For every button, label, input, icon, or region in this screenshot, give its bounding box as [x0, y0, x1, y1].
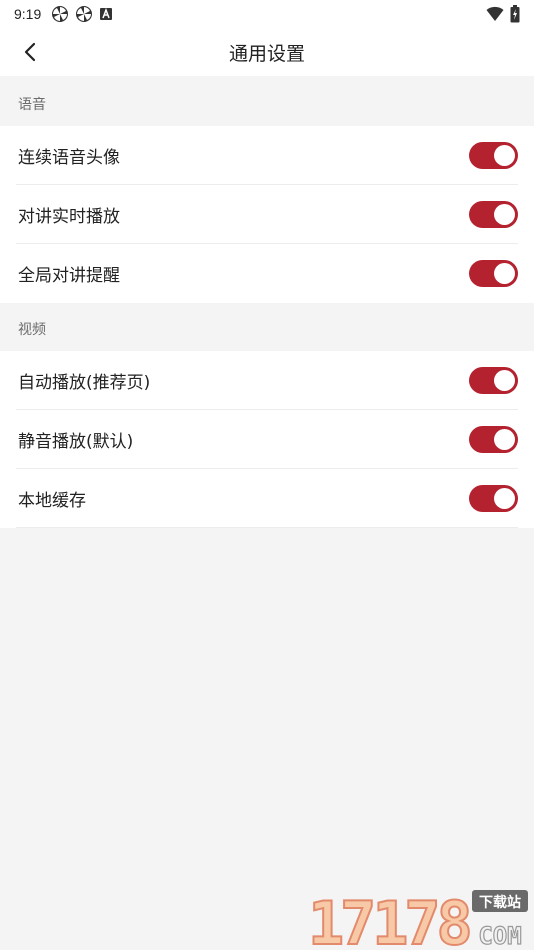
- watermark-logo: 17178 下载站 COM: [307, 888, 528, 950]
- setting-row[interactable]: 全局对讲提醒: [0, 244, 534, 303]
- settings-group-voice: 连续语音头像 对讲实时播放 全局对讲提醒: [0, 126, 534, 303]
- app-bar: 通用设置: [0, 28, 534, 76]
- toggle-switch[interactable]: [469, 142, 518, 169]
- page-title: 通用设置: [228, 42, 305, 65]
- status-time: 9:19: [14, 6, 42, 22]
- svg-text:下载站: 下载站: [479, 894, 521, 911]
- pinwheel-icon: [76, 6, 93, 22]
- section-header-voice: 语音: [18, 97, 46, 113]
- setting-label: 对讲实时播放: [18, 207, 120, 227]
- battery-charging-icon: [510, 5, 520, 23]
- svg-text:COM: COM: [478, 922, 521, 950]
- setting-label: 全局对讲提醒: [18, 266, 120, 286]
- setting-label: 本地缓存: [18, 491, 86, 511]
- toggle-knob: [494, 370, 515, 391]
- setting-label: 连续语音头像: [18, 148, 120, 168]
- toggle-knob: [494, 145, 515, 166]
- a-badge-icon: [100, 7, 113, 20]
- toggle-switch[interactable]: [469, 201, 518, 228]
- back-button[interactable]: [14, 38, 46, 66]
- svg-text:17178: 17178: [308, 889, 469, 950]
- divider: [16, 527, 518, 528]
- status-bar: 9:19: [0, 0, 534, 28]
- toggle-knob: [494, 429, 515, 450]
- toggle-switch[interactable]: [469, 367, 518, 394]
- section-header-video: 视频: [18, 322, 46, 338]
- setting-row[interactable]: 本地缓存: [0, 469, 534, 528]
- setting-row[interactable]: 静音播放(默认): [0, 410, 534, 469]
- toggle-switch[interactable]: [469, 260, 518, 287]
- toggle-knob: [494, 488, 515, 509]
- setting-row[interactable]: 对讲实时播放: [0, 185, 534, 244]
- toggle-knob: [494, 204, 515, 225]
- toggle-switch[interactable]: [469, 485, 518, 512]
- setting-label: 自动播放(推荐页): [18, 373, 151, 393]
- settings-group-video: 自动播放(推荐页) 静音播放(默认) 本地缓存: [0, 351, 534, 528]
- toggle-knob: [494, 263, 515, 284]
- toggle-switch[interactable]: [469, 426, 518, 453]
- wifi-icon: [486, 6, 504, 21]
- setting-row[interactable]: 自动播放(推荐页): [0, 351, 534, 410]
- setting-row[interactable]: 连续语音头像: [0, 126, 534, 185]
- setting-label: 静音播放(默认): [18, 432, 134, 452]
- pinwheel-icon: [52, 6, 69, 22]
- chevron-left-icon: [24, 42, 36, 62]
